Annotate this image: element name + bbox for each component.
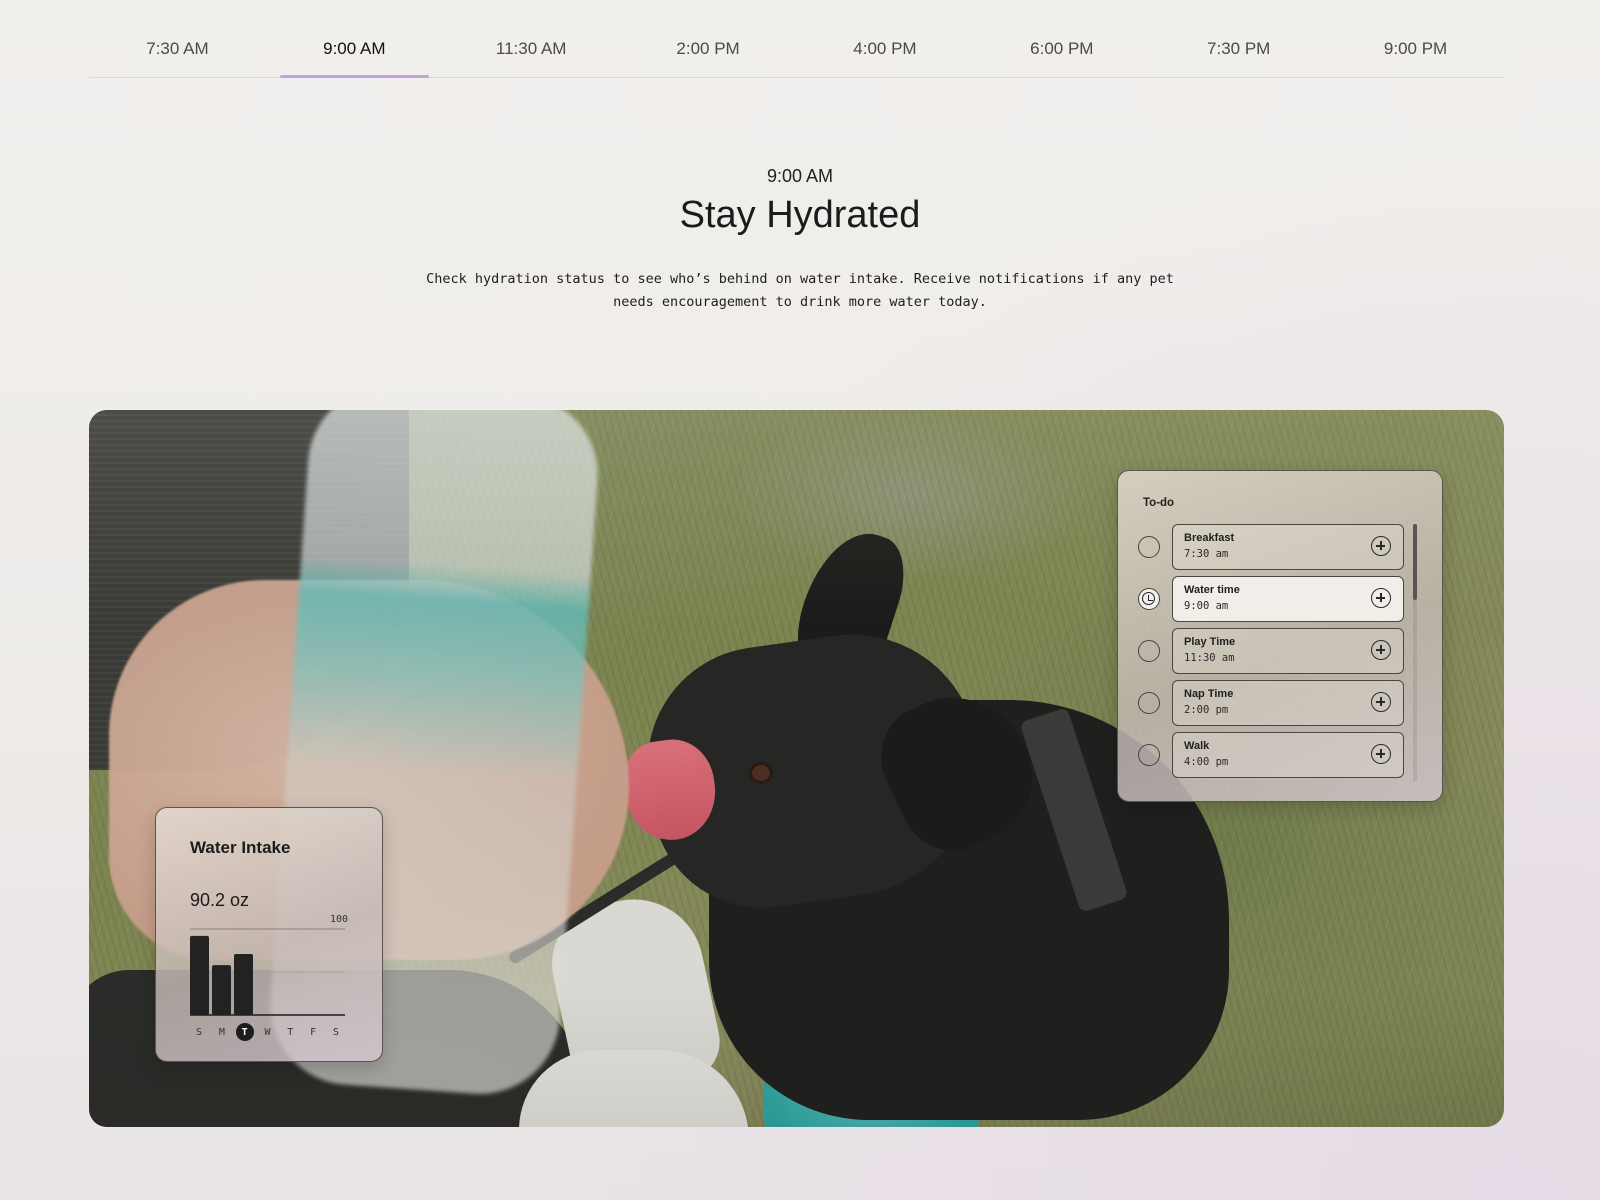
add-icon[interactable] — [1371, 744, 1391, 764]
todo-checkbox[interactable] — [1138, 744, 1160, 766]
tab-2-00-pm[interactable]: 2:00 PM — [620, 28, 797, 77]
tab-6-00-pm[interactable]: 6:00 PM — [973, 28, 1150, 77]
water-intake-chart-svg — [190, 928, 345, 1016]
clock-icon[interactable] — [1138, 588, 1160, 610]
todo-card[interactable]: Nap Time 2:00 pm — [1172, 680, 1404, 726]
day-sunday[interactable]: S — [190, 1023, 208, 1041]
tab-label: 7:30 PM — [1207, 39, 1271, 58]
todo-name: Breakfast — [1184, 532, 1235, 544]
todo-time: 11:30 am — [1184, 652, 1235, 664]
todo-name: Walk — [1184, 740, 1210, 752]
section-title: Stay Hydrated — [679, 194, 921, 236]
tab-label: 7:30 AM — [146, 39, 209, 58]
tab-label: 4:00 PM — [853, 39, 917, 58]
tab-9-00-pm[interactable]: 9:00 PM — [1327, 28, 1504, 77]
todo-card[interactable]: Breakfast 7:30 am — [1172, 524, 1404, 570]
water-intake-title: Water Intake — [190, 838, 291, 857]
scrollbar-thumb[interactable] — [1413, 524, 1417, 600]
description-line-2: needs encouragement to drink more water … — [613, 294, 987, 310]
water-intake-widget: Water Intake 90.2 oz 100 S M T W T F S — [155, 807, 383, 1062]
add-icon[interactable] — [1371, 536, 1391, 556]
add-icon[interactable] — [1371, 692, 1391, 712]
todo-item-breakfast: Breakfast 7:30 am — [1138, 524, 1404, 570]
day-tuesday[interactable]: T — [235, 1023, 254, 1041]
add-icon[interactable] — [1371, 588, 1391, 608]
tab-label: 6:00 PM — [1030, 39, 1094, 58]
todo-list: Breakfast 7:30 am Water time 9:00 am Pla… — [1138, 524, 1404, 784]
todo-item-nap-time: Nap Time 2:00 pm — [1138, 680, 1404, 726]
tab-label: 11:30 AM — [495, 39, 567, 58]
section-description: Check hydration status to see who’s behi… — [350, 268, 1250, 314]
todo-widget: To-do Breakfast 7:30 am Water time 9:00 … — [1117, 470, 1443, 802]
todo-checkbox[interactable] — [1138, 536, 1160, 558]
todo-time: 7:30 am — [1184, 548, 1229, 560]
timeline-tabs: 7:30 AM 9:00 AM 11:30 AM 2:00 PM 4:00 PM… — [89, 28, 1504, 78]
day-thursday[interactable]: T — [281, 1023, 299, 1041]
todo-card[interactable]: Water time 9:00 am — [1172, 576, 1404, 622]
todo-item-play-time: Play Time 11:30 am — [1138, 628, 1404, 674]
tab-4-00-pm[interactable]: 4:00 PM — [797, 28, 974, 77]
todo-name: Nap Time — [1184, 688, 1234, 700]
water-intake-chart — [190, 927, 345, 1019]
todo-name: Water time — [1184, 584, 1240, 596]
tab-label: 9:00 AM — [323, 39, 386, 58]
todo-time: 4:00 pm — [1184, 756, 1229, 768]
todo-time: 2:00 pm — [1184, 704, 1229, 716]
tab-7-30-am[interactable]: 7:30 AM — [89, 28, 266, 77]
todo-card[interactable]: Play Time 11:30 am — [1172, 628, 1404, 674]
tab-label: 2:00 PM — [676, 39, 740, 58]
todo-scrollbar[interactable] — [1413, 524, 1417, 782]
day-saturday[interactable]: S — [327, 1023, 345, 1041]
day-wednesday[interactable]: W — [258, 1023, 276, 1041]
chart-bar-1 — [212, 965, 231, 1015]
tab-9-00-am[interactable]: 9:00 AM — [266, 28, 443, 78]
tab-7-30-pm[interactable]: 7:30 PM — [1150, 28, 1327, 77]
todo-checkbox[interactable] — [1138, 640, 1160, 662]
todo-item-water-time: Water time 9:00 am — [1138, 576, 1404, 622]
day-monday[interactable]: M — [213, 1023, 231, 1041]
water-intake-value: 90.2 oz — [190, 890, 250, 910]
tab-11-30-am[interactable]: 11:30 AM — [443, 28, 620, 77]
todo-time: 9:00 am — [1184, 600, 1229, 612]
todo-item-walk: Walk 4:00 pm — [1138, 732, 1404, 778]
section-time: 9:00 AM — [766, 166, 834, 186]
chart-bar-0 — [190, 935, 209, 1015]
description-line-1: Check hydration status to see who’s behi… — [426, 271, 1174, 287]
tab-label: 9:00 PM — [1383, 39, 1448, 58]
todo-checkbox[interactable] — [1138, 692, 1160, 714]
day-friday[interactable]: F — [304, 1023, 322, 1041]
todo-name: Play Time — [1184, 636, 1236, 648]
todo-title: To-do — [1143, 497, 1175, 509]
chart-bar-2 — [234, 953, 253, 1015]
weekday-row: S M T W T F S — [190, 1023, 345, 1041]
add-icon[interactable] — [1371, 640, 1391, 660]
chart-max-label: 100 — [329, 914, 348, 925]
todo-card[interactable]: Walk 4:00 pm — [1172, 732, 1404, 778]
